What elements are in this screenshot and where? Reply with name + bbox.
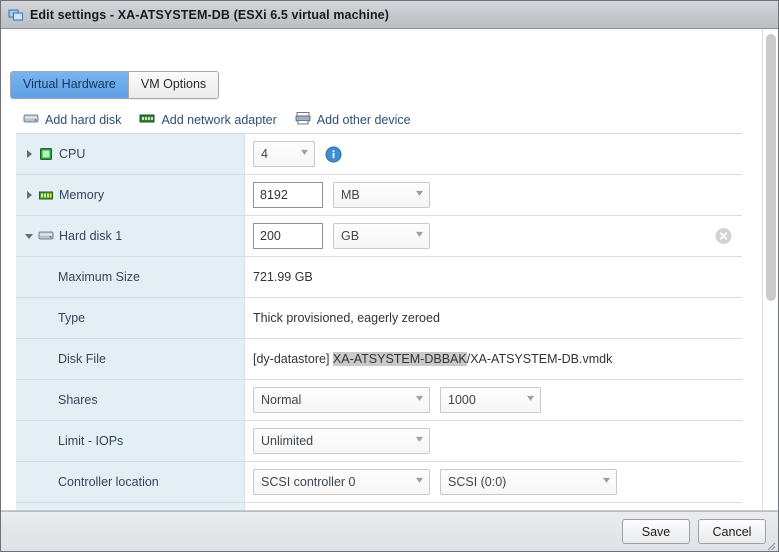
shares-label: Shares xyxy=(16,380,245,420)
disk-mode-label: Disk mode xyxy=(16,503,245,510)
cpu-count-select[interactable]: 4 ▾ xyxy=(253,141,315,167)
disk-mode-value-cell: Dependent ▾ xyxy=(245,503,742,510)
disk-file-suffix: /XA-ATSYSTEM-DB.vmdk xyxy=(466,352,613,366)
remove-icon[interactable] xyxy=(715,228,732,245)
maximum-size-label: Maximum Size xyxy=(16,257,245,297)
memory-label: Memory xyxy=(59,188,105,202)
controller-value: SCSI controller 0 xyxy=(261,475,356,489)
cancel-button[interactable]: Cancel xyxy=(698,519,766,544)
chevron-down-icon: ▾ xyxy=(415,188,424,199)
add-other-device-button[interactable]: Add other device xyxy=(295,111,411,128)
info-icon[interactable] xyxy=(325,146,342,163)
chevron-down-icon[interactable] xyxy=(24,230,36,242)
type-label: Type xyxy=(16,298,245,338)
add-network-adapter-button[interactable]: Add network adapter xyxy=(139,111,277,128)
limit-iops-value-cell: Unlimited ▾ xyxy=(245,421,742,461)
hard-disk-icon xyxy=(23,111,39,128)
chevron-down-icon: ▾ xyxy=(602,475,611,486)
hard-disk-label: Hard disk 1 xyxy=(59,229,123,243)
chevron-right-icon[interactable] xyxy=(24,189,36,201)
add-network-adapter-label: Add network adapter xyxy=(161,112,277,127)
shares-level-value: Normal xyxy=(261,393,302,407)
memory-unit-value: MB xyxy=(341,188,360,202)
chevron-down-icon: ▾ xyxy=(526,393,535,404)
resize-grip-icon[interactable] xyxy=(764,538,776,551)
hard-disk-unit-select[interactable]: GB ▾ xyxy=(333,223,430,249)
shares-amount-select[interactable]: 1000 ▾ xyxy=(440,387,541,413)
controller-node-select[interactable]: SCSI (0:0) ▾ xyxy=(440,469,617,495)
table-row-shares: Shares Normal ▾ 1000 ▾ xyxy=(16,380,742,421)
memory-value-cell: MB ▾ xyxy=(245,175,742,215)
memory-row-label-cell[interactable]: Memory xyxy=(16,175,245,215)
dialog-footer: Save Cancel xyxy=(1,511,778,551)
disk-file-label: Disk File xyxy=(16,339,245,379)
tab-vm-options[interactable]: VM Options xyxy=(128,72,219,98)
chevron-down-icon: ▾ xyxy=(300,147,309,158)
cpu-row-label-cell[interactable]: CPU xyxy=(16,134,245,174)
device-table: CPU 4 ▾ Memory 8192 MB ▾ Hard disk 1 200… xyxy=(16,133,742,510)
save-button[interactable]: Save xyxy=(622,519,690,544)
add-hard-disk-label: Add hard disk xyxy=(45,112,122,127)
chevron-down-icon: ▾ xyxy=(415,393,424,404)
limit-iops-select[interactable]: Unlimited ▾ xyxy=(253,428,430,454)
device-toolbar: Add hard disk Add network adapter Add ot… xyxy=(23,111,411,128)
add-hard-disk-button[interactable]: Add hard disk xyxy=(23,111,121,128)
memory-unit-select[interactable]: MB ▾ xyxy=(333,182,430,208)
table-row-disk-mode: Disk mode Dependent ▾ xyxy=(16,503,742,510)
vertical-scrollbar-thumb[interactable] xyxy=(766,34,776,301)
hard-disk-value-cell: GB ▾ xyxy=(245,216,742,256)
network-adapter-icon xyxy=(139,111,155,128)
table-row-limit-iops: Limit - IOPs Unlimited ▾ xyxy=(16,421,742,462)
table-row-controller-location: Controller location SCSI controller 0 ▾ … xyxy=(16,462,742,503)
limit-iops-label: Limit - IOPs xyxy=(16,421,245,461)
disk-file-highlighted-segment: XA-ATSYSTEM-DBBAK xyxy=(332,352,467,366)
chevron-down-icon: ▾ xyxy=(415,229,424,240)
table-row-disk-file: Disk File [dy-datastore] XA-ATSYSTEM-DBB… xyxy=(16,339,742,380)
table-row-maximum-size: Maximum Size 721.99 GB xyxy=(16,257,742,298)
limit-iops-value: Unlimited xyxy=(261,434,314,448)
memory-icon xyxy=(38,187,54,203)
table-row-memory: Memory MB ▾ xyxy=(16,175,742,216)
controller-location-label: Controller location xyxy=(16,462,245,502)
table-row-hard-disk-1: Hard disk 1 GB ▾ xyxy=(16,216,742,257)
edit-settings-dialog: Edit settings - XA-ATSYSTEM-DB (ESXi 6.5… xyxy=(0,0,779,552)
page-title: Edit settings - XA-ATSYSTEM-DB (ESXi 6.5… xyxy=(30,7,389,22)
controller-location-value-cell: SCSI controller 0 ▾ SCSI (0:0) ▾ xyxy=(245,462,742,502)
tab-bar: Virtual Hardware VM Options xyxy=(10,71,220,99)
disk-file-value[interactable]: [dy-datastore] XA-ATSYSTEM-DBBAK/XA-ATSY… xyxy=(245,339,742,379)
maximum-size-value: 721.99 GB xyxy=(253,270,313,284)
chevron-down-icon: ▾ xyxy=(415,434,424,445)
add-other-device-label: Add other device xyxy=(316,112,411,127)
controller-node-value: SCSI (0:0) xyxy=(448,475,507,489)
cpu-count-value: 4 xyxy=(261,147,268,161)
type-value: Thick provisioned, eagerly zeroed xyxy=(253,311,440,325)
hard-disk-row-label-cell[interactable]: Hard disk 1 xyxy=(16,216,245,256)
cpu-value-cell: 4 ▾ xyxy=(245,134,742,174)
memory-size-input[interactable] xyxy=(253,182,323,208)
chevron-down-icon: ▾ xyxy=(415,475,424,486)
table-row-type: Type Thick provisioned, eagerly zeroed xyxy=(16,298,742,339)
dialog-body: Virtual Hardware VM Options Add hard dis… xyxy=(1,29,778,511)
cpu-icon xyxy=(38,146,54,162)
controller-select[interactable]: SCSI controller 0 ▾ xyxy=(253,469,430,495)
shares-amount-value: 1000 xyxy=(448,393,476,407)
title-bar: Edit settings - XA-ATSYSTEM-DB (ESXi 6.5… xyxy=(1,1,778,29)
table-row-cpu: CPU 4 ▾ xyxy=(16,134,742,175)
tab-virtual-hardware[interactable]: Virtual Hardware xyxy=(11,72,129,98)
shares-value-cell: Normal ▾ 1000 ▾ xyxy=(245,380,742,420)
hard-disk-unit-value: GB xyxy=(341,229,360,243)
disk-file-prefix: [dy-datastore] xyxy=(253,352,333,366)
disk-file-path: [dy-datastore] XA-ATSYSTEM-DBBAK/XA-ATSY… xyxy=(253,352,612,366)
hard-disk-icon xyxy=(38,228,54,244)
other-device-icon xyxy=(295,111,311,128)
cpu-label: CPU xyxy=(59,147,86,161)
chevron-right-icon[interactable] xyxy=(24,148,36,160)
hard-disk-size-input[interactable] xyxy=(253,223,323,249)
shares-level-select[interactable]: Normal ▾ xyxy=(253,387,430,413)
virtual-machine-icon xyxy=(8,7,24,23)
vertical-scrollbar[interactable] xyxy=(762,29,778,510)
